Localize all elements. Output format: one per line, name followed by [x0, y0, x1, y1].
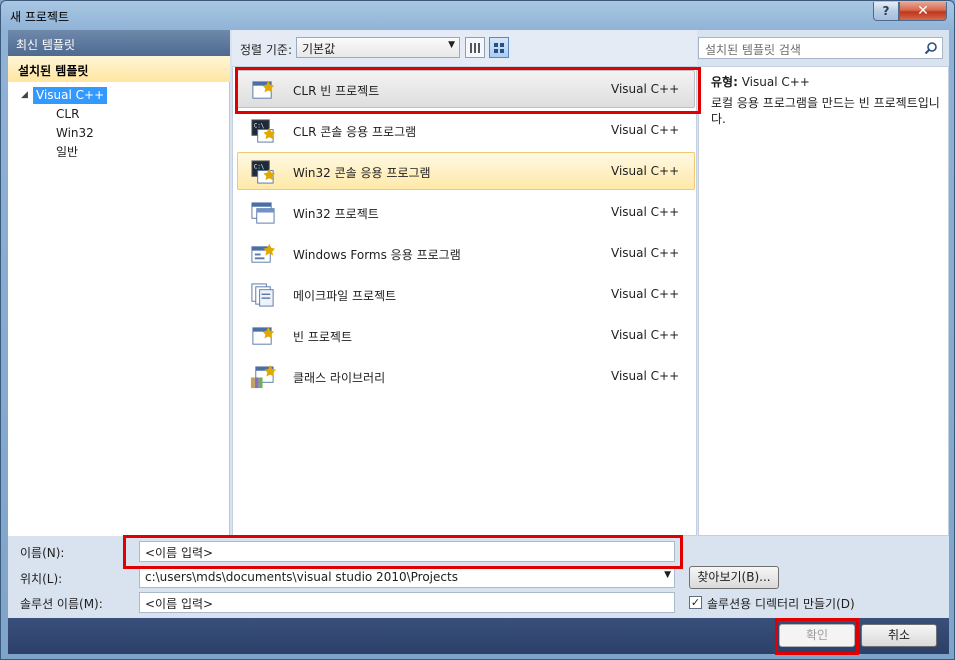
template-list: CLR 빈 프로젝트 Visual C++ C:\ CLR 콘솔 응용 프로그램 Vis…: [232, 66, 697, 536]
tree-item-label: CLR: [56, 107, 80, 121]
chevron-down-icon[interactable]: ▼: [664, 570, 671, 580]
empty-project-icon: [252, 326, 275, 345]
template-item[interactable]: C:\ Win32 콘솔 응용 프로그램 Visual C++: [237, 152, 695, 190]
tree-item-label: Win32: [56, 126, 94, 140]
type-label: 유형:: [711, 75, 738, 89]
installed-templates-header[interactable]: 설치된 템플릿: [8, 56, 230, 82]
template-name: Windows Forms 응용 프로그램: [293, 248, 461, 262]
template-item[interactable]: Windows Forms 응용 프로그램 Visual C++: [237, 234, 695, 272]
collapse-arrow-icon[interactable]: ◢: [21, 86, 28, 105]
name-value: <이름 입력>: [145, 546, 214, 560]
template-item[interactable]: Win32 프로젝트 Visual C++: [237, 193, 695, 231]
template-item[interactable]: 메이크파일 프로젝트 Visual C++: [237, 275, 695, 313]
solution-name-value: <이름 입력>: [145, 597, 214, 611]
solution-name-input[interactable]: <이름 입력>: [139, 592, 675, 613]
name-input[interactable]: <이름 입력>: [139, 541, 675, 562]
cancel-button[interactable]: 취소: [861, 624, 937, 647]
template-name: 빈 프로젝트: [293, 330, 353, 344]
sort-toolbar: 정렬 기준: 기본값 ▼: [232, 30, 697, 66]
template-language: Visual C++: [611, 328, 680, 342]
template-description-panel: 유형: Visual C++ 로컬 응용 프로그램을 만드는 빈 프로젝트입니다…: [698, 66, 949, 536]
template-category-panel: 최신 템플릿 설치된 템플릿 ◢ Visual C++ CLR Win32 일반: [8, 30, 230, 536]
type-value: Visual C++: [741, 75, 810, 89]
template-type: 유형: Visual C++: [711, 73, 810, 90]
template-language: Visual C++: [611, 287, 680, 301]
template-language: Visual C++: [611, 82, 680, 96]
chevron-down-icon: ▼: [448, 40, 455, 50]
close-button[interactable]: ✕: [899, 2, 947, 21]
sort-value: 기본값: [302, 42, 336, 56]
search-placeholder: 설치된 템플릿 검색: [705, 43, 801, 57]
window-project-icon: [251, 202, 275, 224]
template-name: Win32 콘솔 응용 프로그램: [293, 166, 431, 180]
template-item[interactable]: C:\ CLR 콘솔 응용 프로그램 Visual C++: [237, 111, 695, 149]
help-icon: ?: [882, 4, 890, 18]
template-item[interactable]: 빈 프로젝트 Visual C++: [237, 316, 695, 354]
tree-item-label: 일반: [56, 145, 79, 159]
console-app-icon: C:\: [251, 119, 276, 143]
template-language: Visual C++: [611, 246, 680, 260]
close-icon: ✕: [917, 3, 929, 19]
dialog-client: 최신 템플릿 설치된 템플릿 ◢ Visual C++ CLR Win32 일반: [8, 30, 949, 654]
create-directory-label[interactable]: 솔루션용 디렉터리 만들기(D): [707, 595, 855, 612]
solution-name-label: 솔루션 이름(M):: [20, 597, 103, 611]
tree-item-clr[interactable]: CLR: [8, 105, 230, 124]
class-library-icon: [250, 364, 276, 389]
svg-text:C:\: C:\: [254, 124, 265, 130]
search-icon[interactable]: [924, 41, 938, 55]
template-description: 로컬 응용 프로그램을 만드는 빈 프로젝트입니다.: [711, 96, 940, 126]
tree-item-win32[interactable]: Win32: [8, 124, 230, 143]
create-directory-checkbox[interactable]: ✓: [689, 596, 702, 609]
template-name: Win32 프로젝트: [293, 207, 379, 221]
sort-dropdown[interactable]: 기본값 ▼: [296, 37, 460, 58]
category-tree: ◢ Visual C++ CLR Win32 일반: [8, 86, 230, 162]
tree-item-label: Visual C++: [33, 87, 108, 104]
browse-button[interactable]: 찾아보기(B)...: [689, 566, 779, 589]
small-icons-view-button[interactable]: [465, 37, 485, 58]
list-view-icon: [470, 42, 480, 53]
new-project-dialog: 새 프로젝트 ? ✕ 최신 템플릿 설치된 템플릿 ◢ Visual C++ C…: [0, 0, 955, 660]
sort-label: 정렬 기준:: [240, 43, 293, 57]
template-name: 클래스 라이브러리: [293, 371, 386, 385]
search-input[interactable]: 설치된 템플릿 검색: [698, 37, 943, 59]
template-name: 메이크파일 프로젝트: [293, 289, 397, 303]
template-name: CLR 콘솔 응용 프로그램: [293, 125, 417, 139]
template-language: Visual C++: [611, 205, 680, 219]
help-button[interactable]: ?: [873, 2, 899, 21]
template-language: Visual C++: [611, 164, 680, 178]
makefile-icon: [251, 283, 274, 307]
location-combobox[interactable]: c:\users\mds\documents\visual studio 201…: [139, 567, 675, 588]
template-item[interactable]: 클래스 라이브러리 Visual C++: [237, 357, 695, 395]
template-name: CLR 빈 프로젝트: [293, 84, 380, 98]
recent-templates-header[interactable]: 최신 템플릿: [8, 30, 230, 56]
template-language: Visual C++: [611, 123, 680, 137]
location-label: 위치(L):: [20, 572, 63, 586]
grid-view-icon: [494, 42, 504, 53]
ok-button[interactable]: 확인: [779, 624, 855, 647]
window-title: 새 프로젝트: [10, 10, 70, 24]
forms-app-icon: [251, 243, 276, 263]
empty-project-icon: [252, 80, 275, 99]
name-label: 이름(N):: [20, 546, 65, 560]
template-item[interactable]: CLR 빈 프로젝트 Visual C++: [237, 70, 695, 108]
tree-item-general[interactable]: 일반: [8, 143, 230, 162]
svg-text:C:\: C:\: [254, 165, 265, 171]
title-bar: 새 프로젝트 ? ✕: [1, 1, 955, 29]
tree-item-visual-cpp[interactable]: ◢ Visual C++: [8, 86, 230, 105]
template-language: Visual C++: [611, 369, 680, 383]
medium-icons-view-button[interactable]: [489, 37, 509, 58]
console-app-icon: C:\: [251, 160, 276, 184]
location-value: c:\users\mds\documents\visual studio 201…: [145, 570, 458, 584]
